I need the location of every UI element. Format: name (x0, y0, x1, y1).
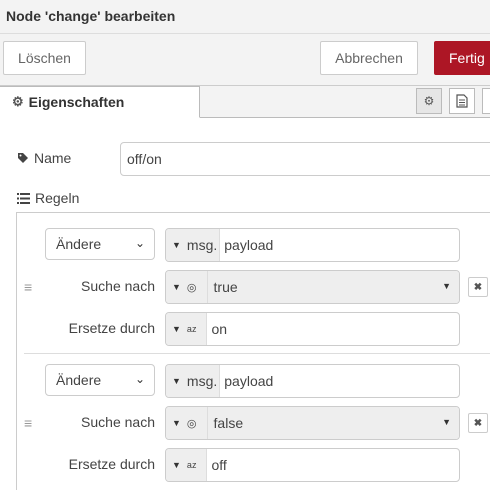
boolean-type-icon: ◎ (186, 281, 197, 294)
search-type-select[interactable]: ▼ ◎ (166, 271, 208, 303)
tab-description-icon-button[interactable] (449, 88, 475, 114)
remove-rule-button[interactable]: ✖ (468, 413, 488, 433)
caret-down-icon: ▼ (172, 324, 181, 334)
document-icon (456, 94, 468, 108)
rule-target-type[interactable]: ▼ msg. (166, 365, 221, 397)
rule-target-value: payload (224, 237, 274, 253)
string-type-icon: az (186, 323, 197, 334)
rules-label: Regeln (17, 190, 79, 206)
search-value-text: false (213, 415, 244, 431)
search-value: false ▼ (207, 407, 459, 439)
tab-properties-label: Eigenschaften (28, 94, 125, 110)
list-icon (17, 192, 30, 204)
gear-icon: ⚙ (12, 94, 24, 109)
caret-down-icon: ▼ (442, 281, 451, 291)
rule-target-input[interactable]: ▼ msg. payload (165, 364, 460, 398)
dialog-title: Node 'change' bearbeiten (6, 8, 176, 24)
rule-target-type-label: msg. (186, 237, 218, 253)
caret-down-icon: ▼ (172, 282, 181, 292)
replace-label: Ersetze durch (68, 320, 155, 336)
cancel-button[interactable]: Abbrechen (320, 41, 418, 75)
close-icon: ✖ (473, 281, 483, 293)
replace-label: Ersetze durch (68, 456, 155, 472)
boolean-type-icon: ◎ (186, 417, 197, 430)
search-label: Suche nach (81, 278, 155, 294)
search-value-select[interactable]: ▼ ◎ true ▼ (165, 270, 460, 304)
tab-bar: ⚙ Eigenschaften ⚙ ▤ (0, 86, 490, 118)
done-button[interactable]: Fertig (434, 41, 490, 75)
search-type-select[interactable]: ▼ ◎ (166, 407, 208, 439)
dialog-toolbar: Löschen Abbrechen Fertig (0, 34, 490, 86)
name-label: Name (17, 150, 71, 166)
search-value-select[interactable]: ▼ ◎ false ▼ (165, 406, 460, 440)
replace-type-select[interactable]: ▼ az (166, 313, 208, 345)
rule-target-input[interactable]: ▼ msg. payload (165, 228, 460, 262)
caret-down-icon: ▼ (172, 418, 181, 428)
rule-target-type-label: msg. (186, 373, 218, 389)
rules-label-text: Regeln (35, 190, 80, 206)
caret-down-icon: ▼ (172, 376, 181, 386)
search-value-text: true (213, 279, 238, 295)
caret-down-icon: ▼ (172, 240, 181, 250)
caret-down-icon: ▼ (172, 460, 181, 470)
tab-settings-icon-button[interactable]: ⚙ (416, 88, 442, 114)
rule-target-value: payload (224, 373, 274, 389)
replace-value: on (211, 321, 228, 337)
rule-target-type[interactable]: ▼ msg. (166, 229, 221, 261)
close-icon: ✖ (473, 417, 483, 429)
rule-action-value: Ändere (56, 236, 102, 252)
rule-action-select[interactable]: Ändere ⌄ (45, 228, 155, 260)
gear-icon: ⚙ (423, 94, 435, 108)
tag-icon (18, 153, 28, 163)
caret-down-icon: ▼ (442, 417, 451, 427)
name-input[interactable]: off/on (120, 142, 490, 176)
replace-value: off (211, 457, 227, 473)
rule-action-select[interactable]: Ändere ⌄ (45, 364, 155, 396)
chevron-down-icon: ⌄ (134, 372, 145, 386)
rule-divider (24, 353, 490, 354)
dialog-titlebar: Node 'change' bearbeiten (0, 0, 490, 34)
chevron-down-icon: ⌄ (134, 236, 145, 250)
remove-rule-button[interactable]: ✖ (468, 277, 488, 297)
tab-properties[interactable]: ⚙ Eigenschaften (0, 86, 200, 118)
name-label-text: Name (34, 150, 72, 166)
tab-appearance-icon-button[interactable]: ▤ (482, 88, 490, 114)
string-type-icon: az (186, 459, 197, 470)
delete-button[interactable]: Löschen (3, 41, 86, 75)
search-value: true ▼ (207, 271, 459, 303)
replace-value-input[interactable]: ▼ az off (165, 448, 460, 482)
rule-action-value: Ändere (56, 372, 102, 388)
replace-value-input[interactable]: ▼ az on (165, 312, 460, 346)
search-label: Suche nach (81, 414, 155, 430)
replace-type-select[interactable]: ▼ az (166, 449, 208, 481)
